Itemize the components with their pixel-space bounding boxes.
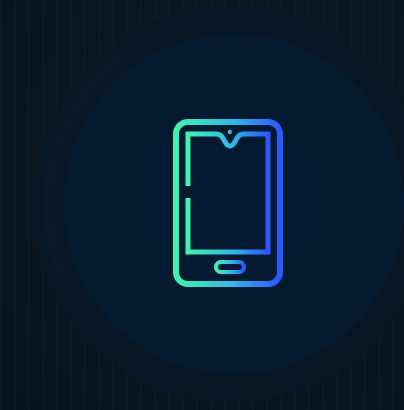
canvas [0,0,404,410]
smartphone-icon-svg [173,119,283,287]
home-button-icon [214,260,246,274]
smartphone-icon [168,116,292,294]
camera-dot [227,129,233,135]
phone-screen [185,131,271,255]
screen-gap [184,186,193,198]
